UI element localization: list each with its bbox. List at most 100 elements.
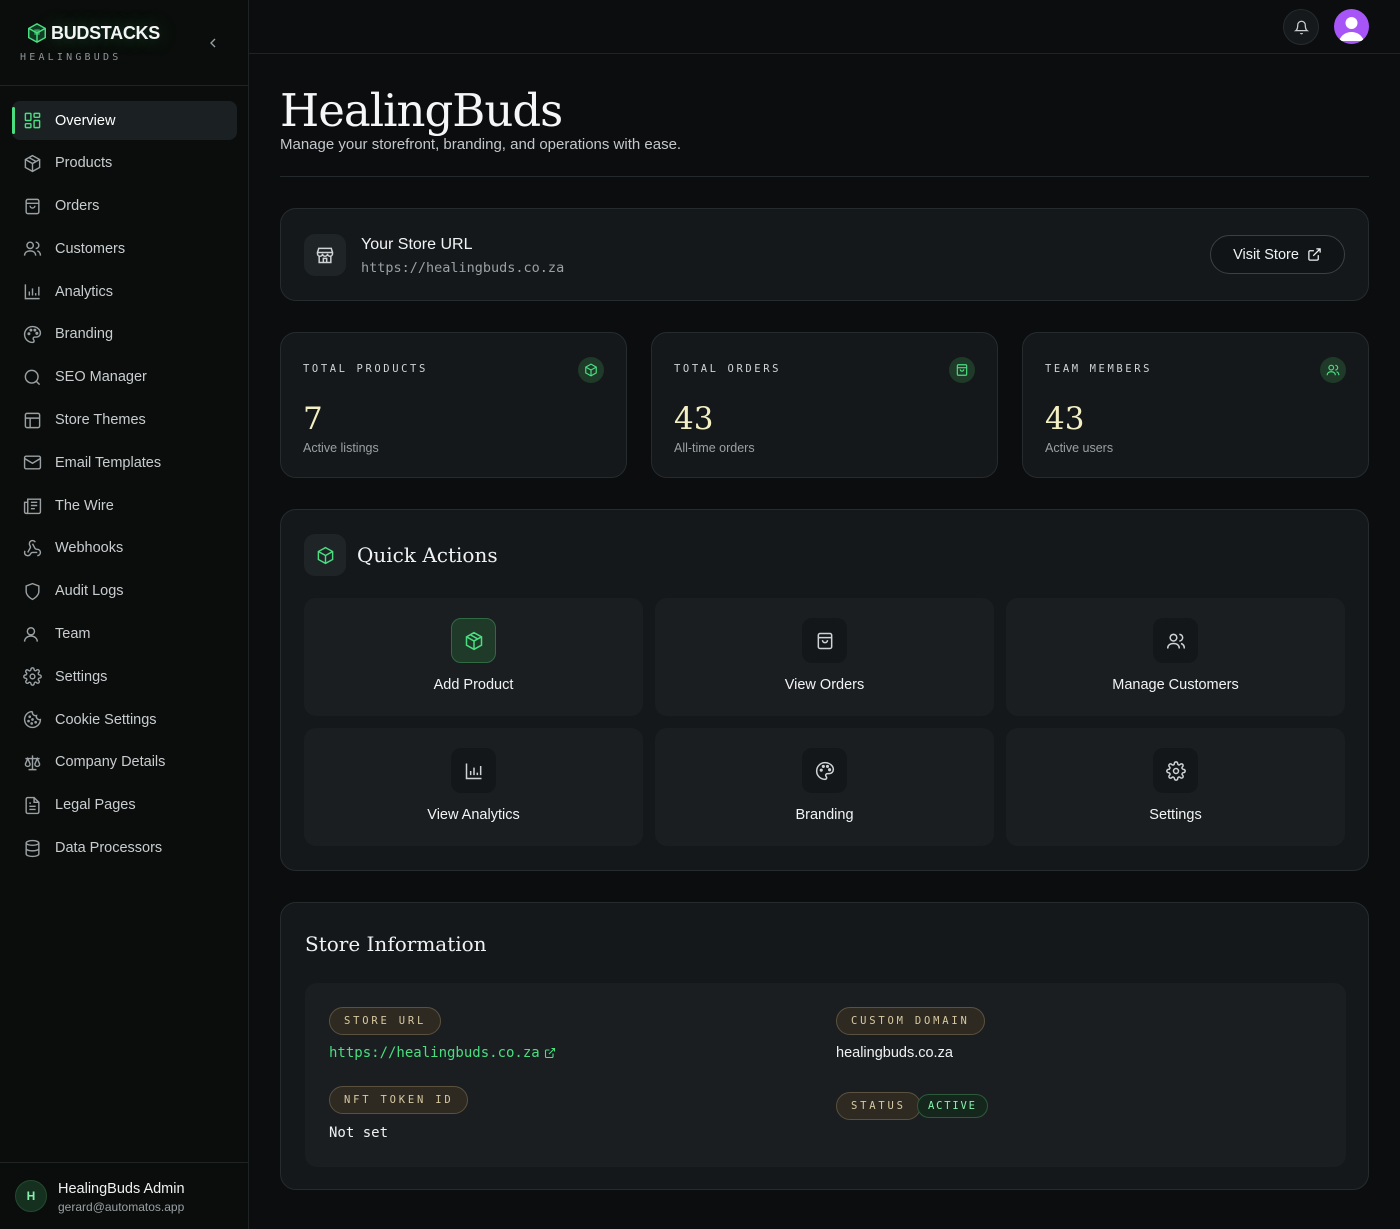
sidebar-item-legal-pages[interactable]: Legal Pages xyxy=(12,786,237,825)
custom-domain-label: CUSTOM DOMAIN xyxy=(836,1007,985,1035)
sidebar-item-store-themes[interactable]: Store Themes xyxy=(12,401,237,440)
chevron-left-icon[interactable] xyxy=(205,35,221,51)
manage-customers-button[interactable]: Manage Customers xyxy=(1006,598,1345,716)
cookie-icon xyxy=(23,710,42,729)
stat-card-team-members: TEAM MEMBERS 43 Active users xyxy=(1022,332,1369,478)
nft-token-value: Not set xyxy=(329,1125,389,1141)
sidebar-item-seo-manager[interactable]: SEO Manager xyxy=(12,358,237,397)
shopping-bag-icon xyxy=(949,357,975,383)
sidebar-item-data-processors[interactable]: Data Processors xyxy=(12,829,237,868)
stat-caption: All-time orders xyxy=(674,441,755,455)
sidebar-item-label: Store Themes xyxy=(55,412,146,429)
user-icon xyxy=(23,625,42,644)
nft-token-label: NFT TOKEN ID xyxy=(329,1086,469,1114)
stat-caption: Active users xyxy=(1045,441,1114,455)
file-text-icon xyxy=(23,796,42,815)
sidebar-item-label: Orders xyxy=(55,198,100,215)
user-name: HealingBuds Admin xyxy=(58,1181,185,1197)
quick-actions-title: Quick Actions xyxy=(357,543,498,567)
bar-chart-icon xyxy=(451,748,496,793)
sidebar-item-email-templates[interactable]: Email Templates xyxy=(12,443,237,482)
sidebar-item-analytics[interactable]: Analytics xyxy=(12,272,237,311)
sidebar-item-audit-logs[interactable]: Audit Logs xyxy=(12,572,237,611)
mail-icon xyxy=(23,453,42,472)
sidebar-item-label: Customers xyxy=(55,240,126,257)
external-link-icon xyxy=(1307,247,1322,262)
store-url-title: Your Store URL xyxy=(361,236,473,253)
view-analytics-button[interactable]: View Analytics xyxy=(304,728,643,846)
sidebar-item-branding[interactable]: Branding xyxy=(12,315,237,354)
package-icon xyxy=(451,618,496,663)
status-label: STATUS xyxy=(836,1092,921,1120)
sidebar-item-overview[interactable]: Overview xyxy=(12,101,237,140)
stat-label: TOTAL PRODUCTS xyxy=(303,363,428,375)
package-icon xyxy=(23,154,42,173)
users-icon xyxy=(1320,357,1346,383)
bell-icon xyxy=(1293,20,1309,35)
sidebar-item-customers[interactable]: Customers xyxy=(12,229,237,268)
store-icon xyxy=(304,234,346,276)
notifications-button[interactable] xyxy=(1283,9,1319,45)
sidebar-item-the-wire[interactable]: The Wire xyxy=(12,486,237,525)
stat-value: 7 xyxy=(303,401,323,437)
custom-domain-value: healingbuds.co.za xyxy=(836,1045,953,1061)
store-information-title: Store Information xyxy=(305,932,487,956)
view-orders-button[interactable]: View Orders xyxy=(655,598,994,716)
sidebar-item-label: Products xyxy=(55,155,113,172)
brand-logo[interactable]: BUDSTACKS xyxy=(26,22,160,44)
stat-card-total-products: TOTAL PRODUCTS 7 Active listings xyxy=(280,332,627,478)
store-information-card: Store Information STORE URL https://heal… xyxy=(280,902,1369,1190)
sidebar-item-products[interactable]: Products xyxy=(12,144,237,183)
sidebar-item-label: Webhooks xyxy=(55,540,124,557)
quick-action-label: Manage Customers xyxy=(1112,677,1239,693)
quick-action-label: Branding xyxy=(795,807,854,823)
users-icon xyxy=(1153,618,1198,663)
palette-icon xyxy=(23,325,42,344)
shield-icon xyxy=(23,582,42,601)
stat-value: 43 xyxy=(674,401,714,437)
sidebar-item-label: Data Processors xyxy=(55,840,163,857)
settings-button[interactable]: Settings xyxy=(1006,728,1345,846)
gear-icon xyxy=(23,667,42,687)
brand-header: BUDSTACKS HEALINGBUDS xyxy=(0,0,248,86)
brand-name: BUDSTACKS xyxy=(51,22,160,43)
sidebar-item-cookie-settings[interactable]: Cookie Settings xyxy=(12,700,237,739)
layout-icon xyxy=(23,411,42,430)
branding-button[interactable]: Branding xyxy=(655,728,994,846)
cube-logo-icon xyxy=(26,22,48,44)
newspaper-icon xyxy=(23,496,42,515)
shopping-bag-icon xyxy=(23,197,42,216)
page-subtitle: Manage your storefront, branding, and op… xyxy=(280,136,682,153)
sidebar-item-label: Cookie Settings xyxy=(55,711,157,728)
sidebar-item-label: Legal Pages xyxy=(55,797,136,814)
add-product-button[interactable]: Add Product xyxy=(304,598,643,716)
quick-action-label: Settings xyxy=(1149,807,1202,823)
sidebar-item-webhooks[interactable]: Webhooks xyxy=(12,529,237,568)
brand-subtitle: HEALINGBUDS xyxy=(20,52,122,63)
sidebar-item-label: Team xyxy=(55,626,91,643)
sidebar: BUDSTACKS HEALINGBUDS Overview Products … xyxy=(0,0,249,1229)
visit-store-button[interactable]: Visit Store xyxy=(1210,235,1345,274)
sidebar-item-orders[interactable]: Orders xyxy=(12,187,237,226)
status-badge: ACTIVE xyxy=(917,1094,988,1118)
quick-actions-card: Quick Actions Add Product View Orders Ma… xyxy=(280,509,1369,871)
sidebar-user[interactable]: H HealingBuds Admin gerard@automatos.app xyxy=(0,1162,248,1229)
sidebar-item-settings[interactable]: Settings xyxy=(12,657,237,696)
sidebar-item-company-details[interactable]: Company Details xyxy=(12,743,237,782)
sidebar-item-team[interactable]: Team xyxy=(12,615,237,654)
bar-chart-icon xyxy=(23,282,42,301)
scale-icon xyxy=(23,753,42,772)
gear-icon xyxy=(1153,748,1198,793)
stat-caption: Active listings xyxy=(303,441,379,455)
page-title: HealingBuds xyxy=(280,84,563,137)
store-url-link[interactable]: https://healingbuds.co.za xyxy=(329,1045,556,1061)
users-icon xyxy=(23,239,42,258)
sidebar-item-label: Branding xyxy=(55,326,114,343)
sidebar-item-label: Settings xyxy=(55,668,108,685)
sidebar-item-label: Overview xyxy=(55,112,116,129)
profile-avatar[interactable] xyxy=(1334,9,1369,44)
search-icon xyxy=(23,368,42,387)
sidebar-item-label: Company Details xyxy=(55,754,166,771)
sidebar-item-label: Audit Logs xyxy=(55,583,124,600)
stat-label: TEAM MEMBERS xyxy=(1045,363,1153,375)
